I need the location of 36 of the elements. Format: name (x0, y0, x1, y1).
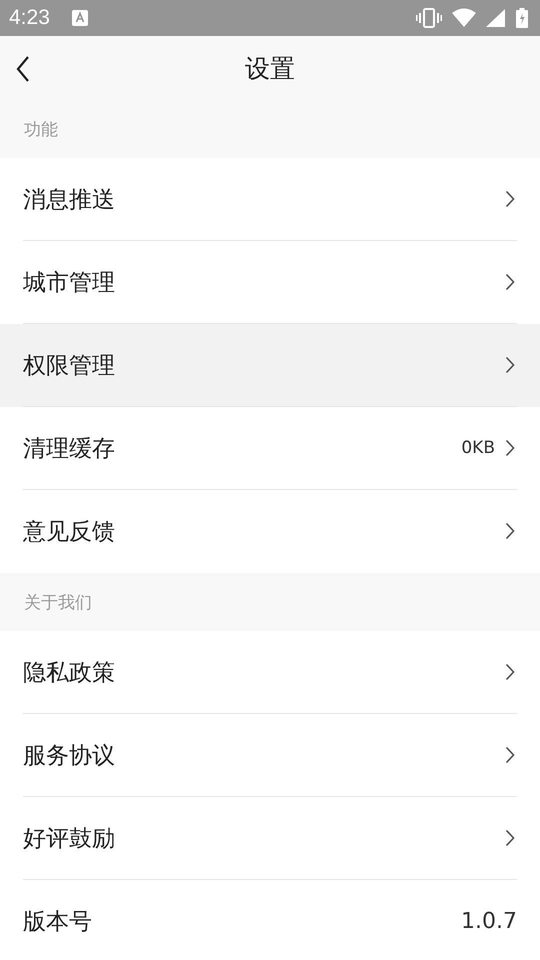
page-title: 设置 (245, 52, 295, 84)
chevron-icon (505, 356, 515, 374)
settings-row[interactable]: 权限管理 (0, 324, 540, 407)
settings-row[interactable]: 清理缓存 0KB (0, 407, 540, 490)
row-label: 隐私政策 (23, 658, 115, 688)
status-time: 4:23 (9, 6, 50, 30)
battery-icon (516, 8, 528, 28)
chevron-icon (505, 273, 515, 291)
row-label: 意见反馈 (23, 518, 115, 546)
settings-row[interactable]: 服务协议 (0, 714, 540, 797)
notification-icon (72, 10, 88, 26)
settings-row[interactable]: 隐私政策 (0, 631, 540, 714)
settings-row[interactable]: 城市管理 (0, 241, 540, 324)
signal-icon (486, 8, 506, 28)
settings-row[interactable]: 好评鼓励 (0, 797, 540, 880)
wifi-icon (452, 8, 476, 28)
row-value: 0KB (461, 438, 495, 458)
row-label: 清理缓存 (23, 434, 115, 464)
vibrate-icon (416, 8, 442, 28)
row-label: 版本号 (23, 908, 92, 936)
section-header: 功能 (23, 118, 59, 142)
settings-row[interactable]: 消息推送 (0, 158, 540, 241)
row-label: 服务协议 (23, 742, 115, 770)
chevron-icon (505, 190, 515, 208)
chevron-icon (505, 746, 515, 764)
row-label: 城市管理 (23, 268, 115, 298)
chevron-icon (505, 663, 515, 681)
chevron-icon (505, 829, 515, 847)
section-header: 关于我们 (23, 592, 93, 614)
row-label: 权限管理 (23, 352, 115, 380)
row-label: 好评鼓励 (23, 824, 115, 854)
chevron-icon (505, 522, 515, 540)
row-value: 1.0.7 (461, 908, 517, 934)
chevron-icon (505, 439, 515, 457)
row-label: 消息推送 (23, 186, 115, 214)
settings-row[interactable]: 意见反馈 (0, 490, 540, 573)
